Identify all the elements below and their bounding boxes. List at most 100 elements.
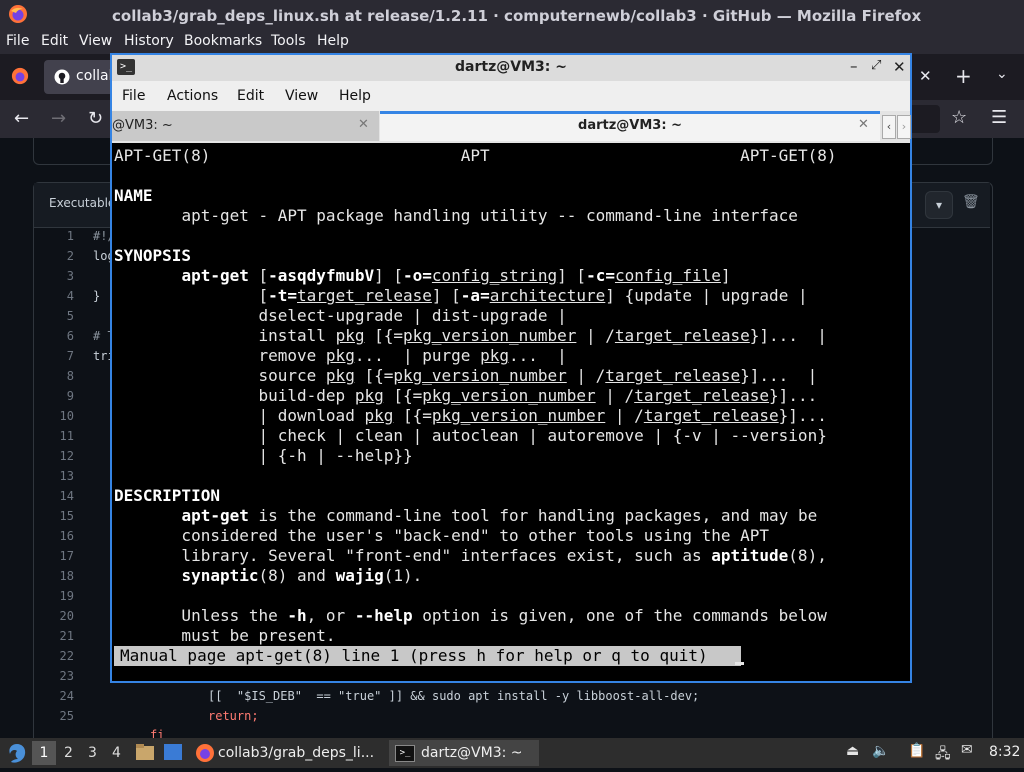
line-number[interactable]: 16 bbox=[40, 529, 74, 543]
line-number[interactable]: 21 bbox=[40, 629, 74, 643]
minimize-icon[interactable]: – bbox=[850, 57, 858, 75]
tab-label: @VM3: ~ bbox=[112, 118, 173, 133]
file-manager-icon[interactable] bbox=[135, 743, 155, 765]
terminal-menu-view[interactable]: View bbox=[285, 88, 318, 104]
list-tabs-icon[interactable]: ⌄ bbox=[996, 66, 1008, 82]
dropdown-button[interactable]: ▾ bbox=[925, 191, 953, 219]
line-number[interactable]: 8 bbox=[40, 369, 74, 383]
terminal-menu-help[interactable]: Help bbox=[339, 88, 371, 104]
man-text: build-dep pkg [{=pkg_version_number | /t… bbox=[114, 386, 818, 405]
volume-icon[interactable]: 🔈 bbox=[872, 743, 889, 759]
desktop-icon[interactable] bbox=[164, 744, 182, 764]
firefox-view-icon[interactable] bbox=[11, 67, 29, 90]
status-text: Manual page apt-get(8) line 1 (press h f… bbox=[120, 646, 708, 665]
line-number[interactable]: 9 bbox=[40, 389, 74, 403]
network-icon[interactable]: 🖧 bbox=[935, 743, 951, 767]
line-number[interactable]: 6 bbox=[40, 329, 74, 343]
line-number[interactable]: 13 bbox=[40, 469, 74, 483]
app-menu-icon[interactable] bbox=[6, 742, 28, 768]
man-text: apt-get is the command-line tool for han… bbox=[181, 506, 818, 525]
terminal-tab-1[interactable]: @VM3: ~ ✕ bbox=[112, 111, 379, 141]
close-tab-icon[interactable]: ✕ bbox=[858, 117, 869, 132]
man-text: apt-get - APT package handling utility -… bbox=[181, 206, 798, 225]
line-number[interactable]: 15 bbox=[40, 509, 74, 523]
maximize-icon[interactable]: ⤢ bbox=[871, 58, 881, 73]
line-number[interactable]: 18 bbox=[40, 569, 74, 583]
task-terminal[interactable]: >_ dartz@VM3: ~ bbox=[389, 740, 539, 766]
line-number[interactable]: 19 bbox=[40, 589, 74, 603]
man-text: must be present. bbox=[114, 626, 336, 645]
reload-icon[interactable]: ↻ bbox=[88, 108, 103, 129]
terminal-menu-bar: File Actions Edit View Help bbox=[112, 81, 910, 111]
man-section-heading: SYNOPSIS bbox=[114, 246, 192, 265]
text-cursor bbox=[735, 662, 744, 665]
man-text: Unless the -h, or --help option is given… bbox=[114, 606, 827, 625]
firefox-title-bar: collab3/grab_deps_linux.sh at release/1.… bbox=[0, 0, 1024, 30]
workspace-4[interactable]: 4 bbox=[112, 745, 121, 761]
terminal-tab-2[interactable]: dartz@VM3: ~ ✕ bbox=[380, 111, 880, 141]
line-number[interactable]: 12 bbox=[40, 449, 74, 463]
url-bar-end[interactable] bbox=[912, 105, 940, 133]
workspace-3[interactable]: 3 bbox=[88, 745, 97, 761]
menu-view[interactable]: View bbox=[79, 33, 112, 49]
menu-bookmarks[interactable]: Bookmarks bbox=[184, 33, 262, 49]
line-number[interactable]: 24 bbox=[40, 689, 74, 703]
star-icon[interactable]: ☆ bbox=[951, 107, 967, 128]
man-text: | {-h | --help}} bbox=[114, 446, 413, 465]
man-text: dselect-upgrade | dist-upgrade | bbox=[114, 306, 567, 325]
eject-icon[interactable]: ⏏ bbox=[846, 743, 859, 759]
man-section-heading: DESCRIPTION bbox=[114, 486, 220, 505]
line-number[interactable]: 4 bbox=[40, 289, 74, 303]
line-number[interactable]: 17 bbox=[40, 549, 74, 563]
code-line: } bbox=[93, 289, 101, 303]
menu-tools[interactable]: Tools bbox=[271, 33, 306, 49]
man-text: synaptic(8) and wajig(1). bbox=[181, 566, 423, 585]
menu-file[interactable]: File bbox=[6, 33, 29, 49]
firefox-icon bbox=[8, 4, 28, 29]
line-number[interactable]: 22 bbox=[40, 649, 74, 663]
file-mode-label: Executable bbox=[49, 196, 116, 210]
line-number[interactable]: 3 bbox=[40, 269, 74, 283]
clipboard-icon[interactable]: 📋 bbox=[908, 743, 925, 759]
menu-icon[interactable]: ☰ bbox=[991, 107, 1007, 128]
trash-icon[interactable]: 🗑 bbox=[962, 194, 980, 210]
close-icon[interactable]: ✕ bbox=[893, 58, 906, 76]
menu-help[interactable]: Help bbox=[317, 33, 349, 49]
line-number[interactable]: 23 bbox=[40, 669, 74, 683]
close-tab-icon[interactable]: ✕ bbox=[358, 117, 369, 132]
line-number[interactable]: 5 bbox=[40, 309, 74, 323]
browser-tab[interactable]: collab bbox=[44, 60, 118, 94]
line-number[interactable]: 11 bbox=[40, 429, 74, 443]
line-number[interactable]: 2 bbox=[40, 249, 74, 263]
man-text: source pkg [{=pkg_version_number | /targ… bbox=[114, 366, 818, 385]
line-number[interactable]: 10 bbox=[40, 409, 74, 423]
line-number[interactable]: 7 bbox=[40, 349, 74, 363]
close-tab-icon[interactable]: ✕ bbox=[919, 67, 932, 85]
task-label: dartz@VM3: ~ bbox=[421, 745, 523, 761]
man-text: [-t=target_release] [-a=architecture] {u… bbox=[114, 286, 808, 305]
window-title: collab3/grab_deps_linux.sh at release/1.… bbox=[112, 7, 922, 25]
man-text: | check | clean | autoclean | autoremove… bbox=[114, 426, 827, 445]
terminal-menu-file[interactable]: File bbox=[122, 88, 145, 104]
menu-edit[interactable]: Edit bbox=[41, 33, 68, 49]
workspace-1[interactable]: 1 bbox=[32, 741, 56, 765]
notification-icon[interactable]: ✉ bbox=[961, 742, 973, 758]
terminal-menu-edit[interactable]: Edit bbox=[237, 88, 264, 104]
clock[interactable]: 8:32 bbox=[989, 744, 1020, 760]
line-number[interactable]: 20 bbox=[40, 609, 74, 623]
workspace-2[interactable]: 2 bbox=[64, 745, 73, 761]
menu-history[interactable]: History bbox=[124, 33, 174, 49]
scroll-tabs-left-icon[interactable]: ‹ bbox=[882, 115, 896, 139]
man-header-right: APT-GET(8) bbox=[740, 146, 837, 165]
line-number[interactable]: 14 bbox=[40, 489, 74, 503]
new-tab-icon[interactable]: + bbox=[955, 64, 972, 88]
line-number[interactable]: 1 bbox=[40, 229, 74, 243]
terminal-menu-actions[interactable]: Actions bbox=[167, 88, 218, 104]
terminal-output[interactable]: APT-GET(8) APT APT-GET(8) NAME apt-get -… bbox=[112, 143, 910, 681]
line-number[interactable]: 25 bbox=[40, 709, 74, 723]
terminal-tab-bar: @VM3: ~ ✕ dartz@VM3: ~ ✕ ‹ › bbox=[112, 111, 911, 143]
forward-icon[interactable]: → bbox=[51, 108, 66, 129]
back-icon[interactable]: ← bbox=[14, 108, 29, 129]
task-firefox[interactable]: collab3/grab_deps_li... bbox=[193, 740, 383, 766]
scroll-tabs-right-icon[interactable]: › bbox=[897, 115, 911, 139]
